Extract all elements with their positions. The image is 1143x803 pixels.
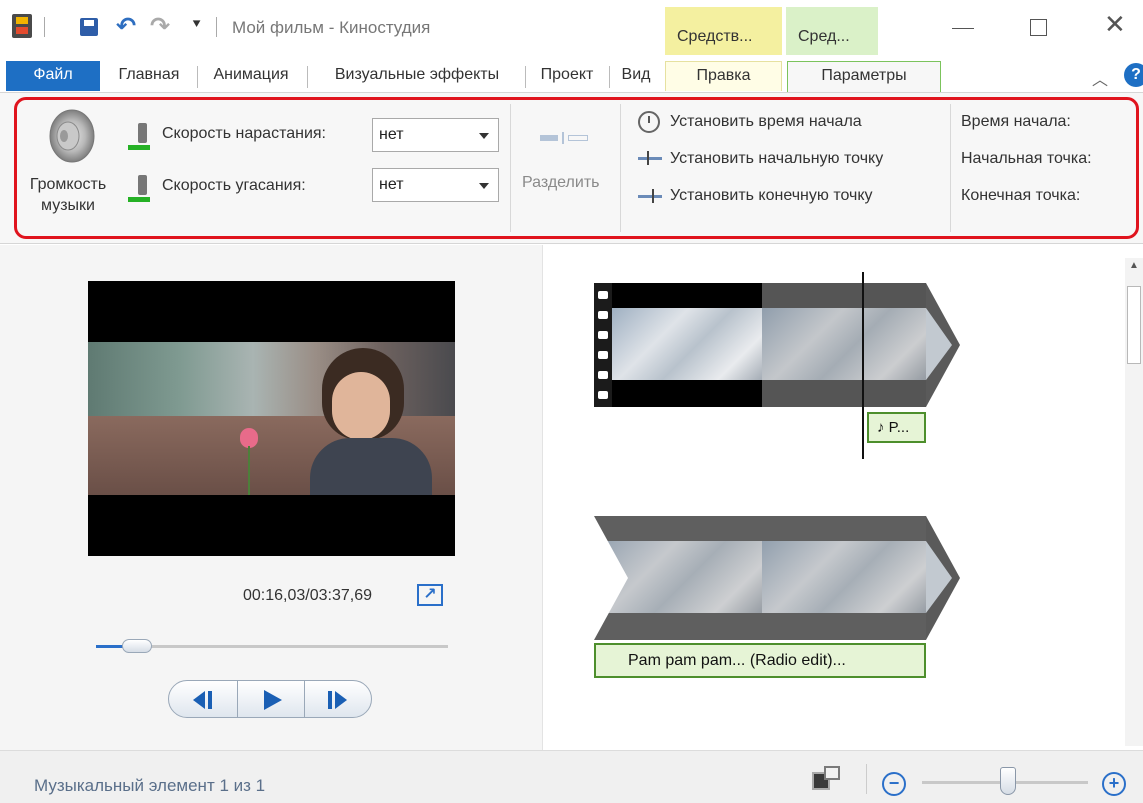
tab-edit[interactable]: Правка (665, 61, 782, 91)
collapse-ribbon-icon[interactable]: ︿ (1092, 66, 1108, 90)
close-button[interactable]: ✕ (1104, 9, 1126, 40)
expand-preview-icon[interactable]: ↗ (417, 584, 443, 606)
save-icon[interactable] (80, 18, 98, 36)
tab-project[interactable]: Проект (528, 61, 606, 91)
video-preview[interactable] (88, 281, 455, 556)
tab-visual-effects[interactable]: Визуальные эффекты (311, 61, 523, 91)
maximize-button[interactable] (1030, 19, 1047, 36)
undo-icon[interactable]: ↶ (116, 12, 136, 41)
zoom-out-button[interactable]: − (882, 772, 906, 796)
app-film-icon (12, 14, 32, 38)
context-tab-video-tools[interactable]: Средств... (665, 7, 782, 55)
storyboard-scrollbar[interactable]: ▲ (1125, 258, 1143, 746)
status-text: Музыкальный элемент 1 из 1 (34, 776, 266, 795)
next-frame-button[interactable] (304, 680, 372, 718)
video-clip-2[interactable] (594, 516, 926, 640)
zoom-in-button[interactable]: + (1102, 772, 1126, 796)
music-clip-short[interactable]: ♪ P... (867, 412, 926, 443)
minimize-button[interactable] (952, 28, 974, 29)
zoom-thumb[interactable] (1000, 767, 1016, 795)
play-button[interactable] (237, 680, 305, 718)
tab-view[interactable]: Вид (611, 61, 661, 91)
video-frame-image (88, 342, 455, 495)
video-clip-1[interactable] (594, 283, 926, 407)
clip-thumbnail (762, 308, 926, 380)
tab-home[interactable]: Главная (104, 61, 194, 91)
redo-icon[interactable]: ↷ (150, 12, 170, 41)
window-title: Мой фильм - Киностудия (232, 18, 431, 37)
clip-2-notch (594, 516, 628, 640)
clip-thumbnail (762, 541, 926, 613)
thumbnail-size-icon[interactable] (812, 766, 844, 792)
ribbon-highlight-frame (14, 97, 1139, 239)
title-bar: ↶ ↷ ⯆ Мой фильм - Киностудия Средств... … (0, 0, 1143, 55)
filmstrip-edge (594, 283, 612, 407)
seek-thumb[interactable] (121, 639, 152, 653)
scroll-thumb[interactable] (1127, 286, 1141, 364)
preview-timecode: 00:16,03/03:37,69 (243, 587, 373, 604)
tab-options[interactable]: Параметры (787, 61, 941, 94)
next-frame-icon (328, 691, 347, 709)
play-icon (264, 690, 282, 710)
clip-1-arrow-shape (926, 283, 960, 407)
clip-thumbnail (612, 308, 762, 380)
tab-animation[interactable]: Анимация (200, 61, 302, 91)
previous-frame-icon (193, 691, 212, 709)
clip-2-arrow-shape (926, 516, 960, 640)
scroll-up-icon[interactable]: ▲ (1129, 260, 1139, 271)
help-icon[interactable]: ? (1124, 63, 1143, 87)
qat-customize-icon[interactable]: ⯆ (191, 16, 202, 33)
context-tab-music-tools[interactable]: Сред... (786, 7, 878, 55)
tab-file[interactable]: Файл (6, 61, 100, 91)
music-clip-full[interactable]: Pam pam pam... (Radio edit)... (594, 643, 926, 678)
playhead[interactable] (862, 272, 864, 459)
previous-frame-button[interactable] (168, 680, 238, 718)
